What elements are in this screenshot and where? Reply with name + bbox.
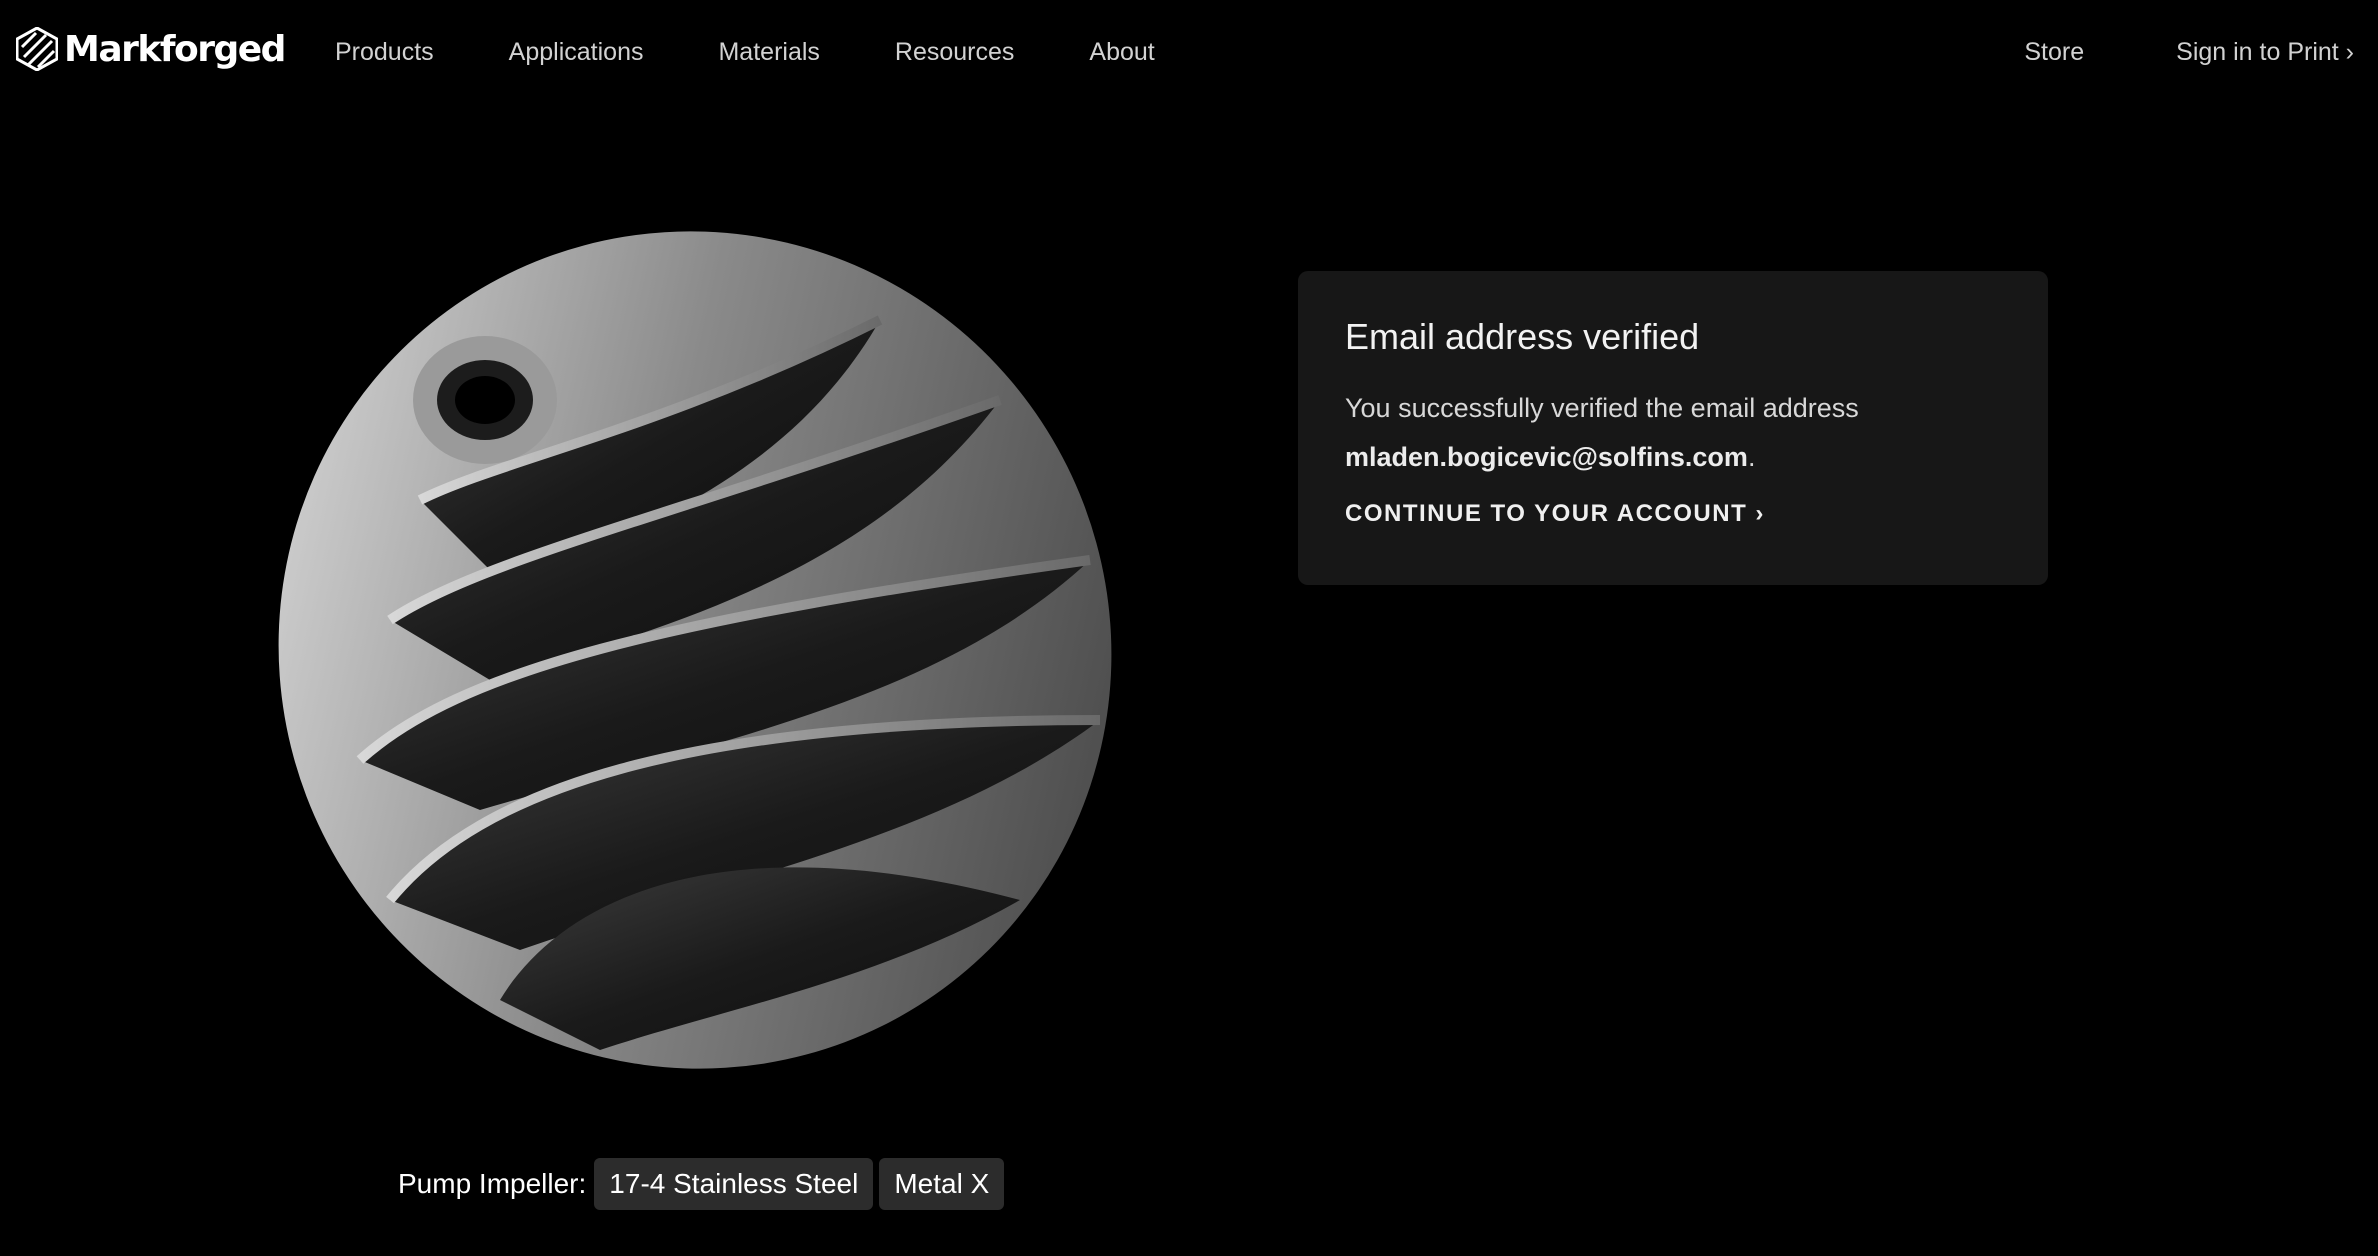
printer-chip[interactable]: Metal X bbox=[879, 1158, 1005, 1210]
nav-item-applications[interactable]: Applications bbox=[509, 38, 644, 67]
nav-item-about[interactable]: About bbox=[1089, 38, 1154, 67]
caption-label: Pump Impeller: bbox=[398, 1168, 587, 1199]
message-suffix: . bbox=[1747, 442, 1756, 473]
nav-utility-links: Store Sign in to Print › bbox=[1932, 38, 2354, 67]
nav-item-resources[interactable]: Resources bbox=[895, 38, 1015, 67]
main-menu: Products Applications Materials Resource… bbox=[335, 34, 1230, 70]
verification-message: You successfully verified the email addr… bbox=[1345, 384, 1905, 482]
brand-name: Markforged bbox=[64, 28, 286, 70]
top-navigation: Markforged Products Applications Materia… bbox=[0, 0, 2378, 104]
nav-item-materials[interactable]: Materials bbox=[718, 38, 819, 67]
sign-in-to-print-link[interactable]: Sign in to Print › bbox=[2176, 38, 2354, 67]
store-link[interactable]: Store bbox=[2024, 38, 2084, 67]
nav-item-products[interactable]: Products bbox=[335, 38, 434, 67]
image-caption: Pump Impeller: 17-4 Stainless Steel Meta… bbox=[398, 1158, 1005, 1210]
material-chip[interactable]: 17-4 Stainless Steel bbox=[594, 1158, 874, 1210]
card-title: Email address verified bbox=[1345, 316, 1700, 357]
verified-email: mladen.bogicevic@solfins.com bbox=[1345, 442, 1748, 473]
pump-impeller-image bbox=[278, 231, 1112, 1069]
verification-card: Email address verified You successfully … bbox=[1298, 271, 2048, 585]
message-prefix: You successfully verified the email addr… bbox=[1345, 393, 1859, 424]
continue-to-account-link[interactable]: CONTINUE TO YOUR ACCOUNT › bbox=[1345, 500, 1765, 528]
brand-logo[interactable]: Markforged bbox=[16, 24, 286, 74]
markforged-stripes-icon bbox=[16, 27, 58, 71]
